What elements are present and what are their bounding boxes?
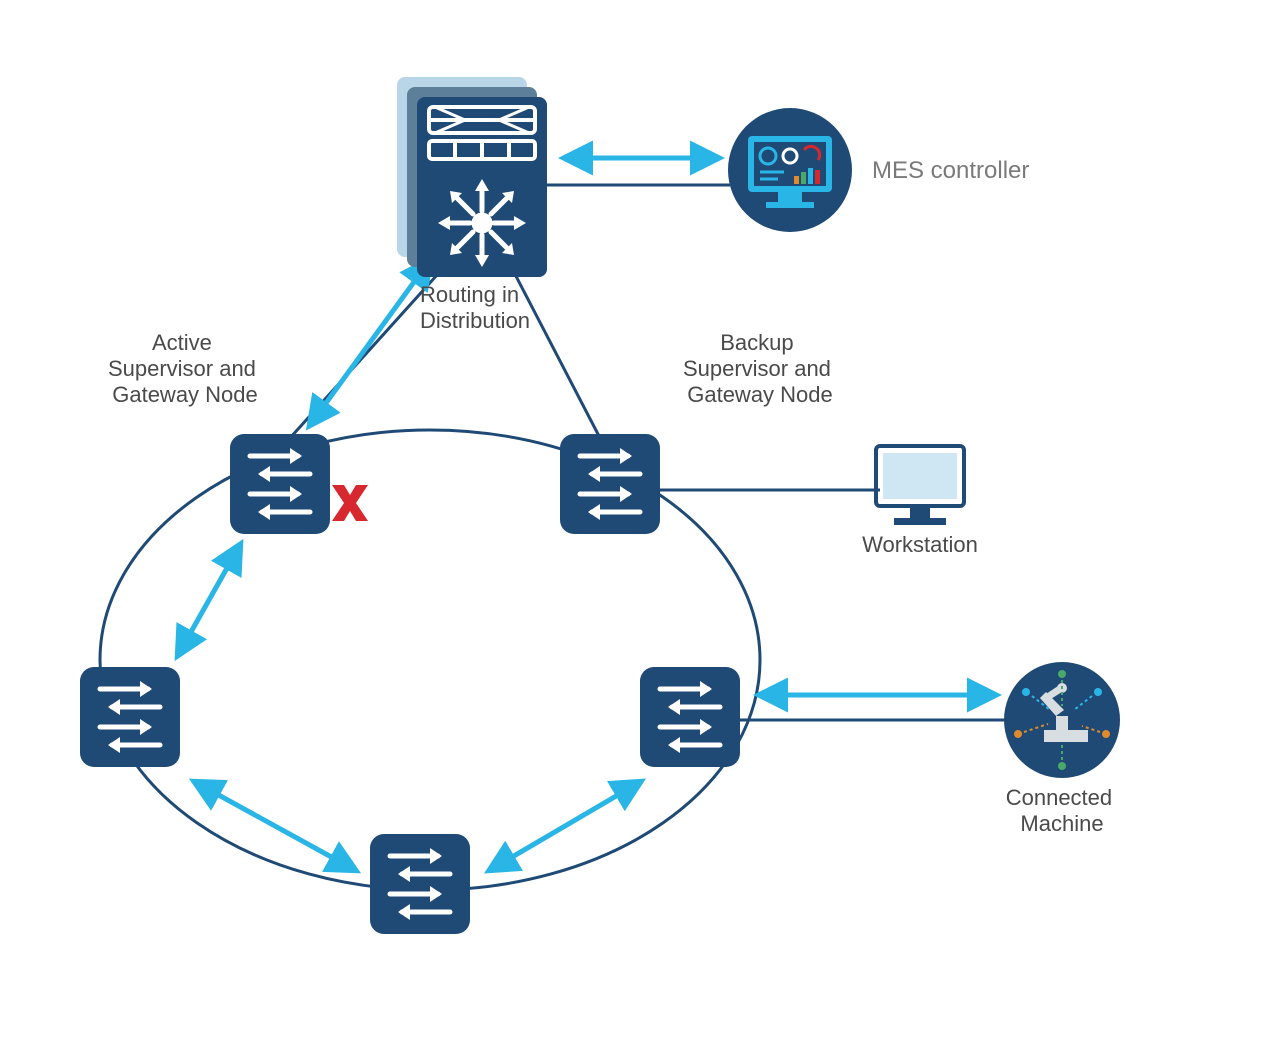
- backup-supervisor-switch: [560, 434, 660, 534]
- workstation-label: Workstation: [862, 532, 978, 557]
- active-supervisor-label: Active Supervisor and Gateway Node: [108, 330, 262, 407]
- routing-distribution-node: [397, 77, 547, 277]
- mes-controller-label: MES controller: [872, 157, 1029, 184]
- ring-switch-bottom: [370, 834, 470, 934]
- connected-machine-label: Connected Machine: [1006, 785, 1119, 836]
- link-failure-icon: [332, 485, 368, 521]
- routing-distribution-label: Routing in Distribution: [420, 282, 530, 333]
- connected-machine-node: [1004, 662, 1120, 778]
- backup-supervisor-label: Backup Supervisor and Gateway Node: [683, 330, 837, 407]
- ring-topology: [100, 430, 760, 890]
- ring-switch-left: [80, 667, 180, 767]
- mes-controller-node: [728, 108, 852, 232]
- network-diagram: MES controller Routing in Distribution A…: [0, 0, 1280, 1049]
- workstation-node: [876, 446, 964, 525]
- active-supervisor-switch: [230, 434, 330, 534]
- ring-switch-right: [640, 667, 740, 767]
